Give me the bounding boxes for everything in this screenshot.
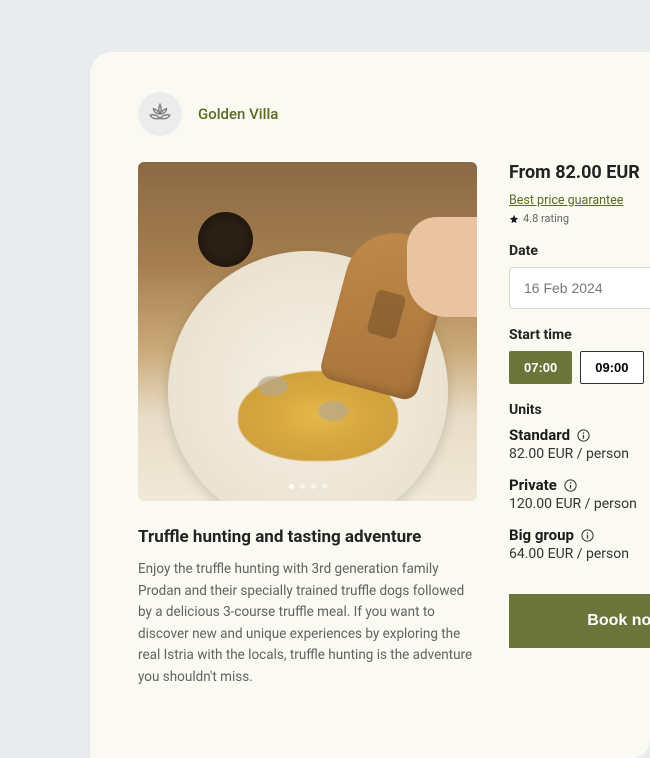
time-option[interactable]: 09:00 xyxy=(580,351,643,384)
carousel-dot[interactable] xyxy=(322,484,327,489)
start-time-label: Start time xyxy=(509,327,650,343)
booking-card: Golden Villa Truffle hunting and tasti xyxy=(90,52,650,758)
star-icon xyxy=(509,214,519,224)
brand-name: Golden Villa xyxy=(198,105,278,123)
brand-header: Golden Villa xyxy=(138,92,650,136)
brand-logo xyxy=(138,92,182,136)
carousel-dot[interactable] xyxy=(289,484,294,489)
date-input[interactable] xyxy=(509,267,650,309)
rating: 4.8 rating xyxy=(509,212,650,225)
info-icon[interactable] xyxy=(576,428,591,443)
units-label: Units xyxy=(509,402,650,418)
unit-price: 64.00 EUR / person xyxy=(509,546,650,562)
tour-title: Truffle hunting and tasting adventure xyxy=(138,527,477,547)
unit-standard: Standard 82.00 EUR / person xyxy=(509,426,650,462)
book-now-button[interactable]: Book now xyxy=(509,594,650,648)
carousel-dot[interactable] xyxy=(300,484,305,489)
price-label: From 82.00 EUR xyxy=(509,162,650,183)
unit-price: 120.00 EUR / person xyxy=(509,496,650,512)
info-icon[interactable] xyxy=(563,478,578,493)
unit-name: Private xyxy=(509,476,557,494)
info-icon[interactable] xyxy=(580,528,595,543)
unit-price: 82.00 EUR / person xyxy=(509,446,650,462)
tour-description: Enjoy the truffle hunting with 3rd gener… xyxy=(138,559,477,689)
best-price-guarantee-link[interactable]: Best price guarantee xyxy=(509,193,623,208)
date-label: Date xyxy=(509,243,650,259)
tour-hero-image[interactable] xyxy=(138,162,477,501)
carousel-dots xyxy=(289,484,327,489)
unit-name: Big group xyxy=(509,526,574,544)
unit-name: Standard xyxy=(509,426,570,444)
lotus-icon xyxy=(147,101,173,127)
unit-private: Private 120.00 EUR / person xyxy=(509,476,650,512)
time-option[interactable]: 07:00 xyxy=(509,351,572,384)
carousel-dot[interactable] xyxy=(311,484,316,489)
unit-big-group: Big group 64.00 EUR / person xyxy=(509,526,650,562)
rating-text: 4.8 rating xyxy=(523,212,569,225)
